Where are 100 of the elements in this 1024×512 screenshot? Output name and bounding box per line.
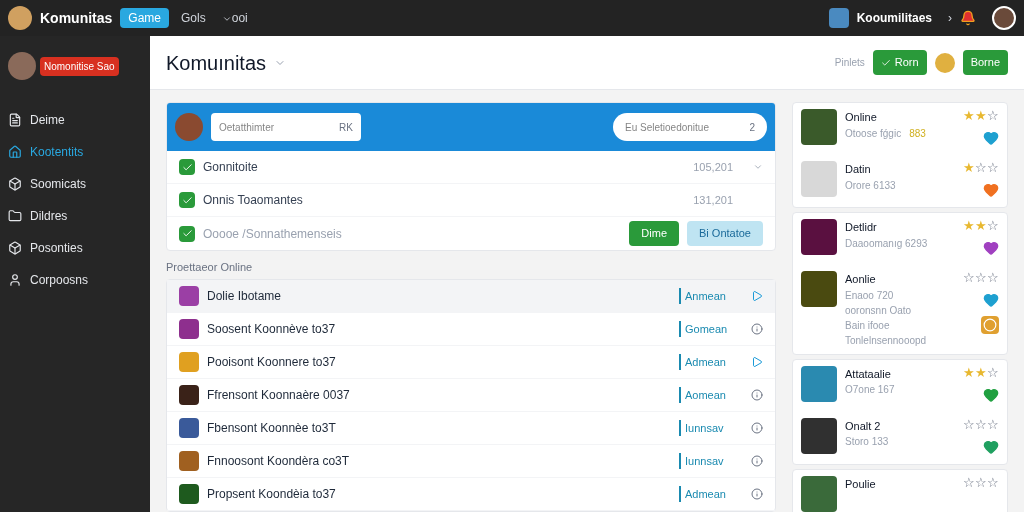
row-title: Soosent Koonnève to37 <box>207 321 336 337</box>
avatar-icon[interactable] <box>992 6 1016 30</box>
heart-icon[interactable] <box>983 292 999 308</box>
play-icon[interactable] <box>751 356 763 368</box>
count-text: 105,201 <box>693 159 733 175</box>
item-icon <box>8 209 22 223</box>
row-link[interactable]: Aomean <box>679 386 735 404</box>
game-thumbnail <box>801 365 837 402</box>
row-link[interactable]: Admean <box>679 485 735 503</box>
sidebar-item[interactable]: Dildres <box>0 200 150 232</box>
row-link[interactable]: Iunnsav <box>679 452 735 470</box>
game-title: Attataalie <box>845 366 892 382</box>
star-icon: ☆ <box>987 219 999 232</box>
game-thumbnail <box>801 161 837 197</box>
avatar-icon <box>934 52 955 73</box>
notification-icon[interactable] <box>960 10 976 26</box>
sidebar-item[interactable]: Soomicats <box>0 168 150 200</box>
list-row[interactable]: Pooisont Koonnere to37 Admean <box>167 346 775 379</box>
caret-icon[interactable] <box>753 162 763 172</box>
info-icon[interactable] <box>751 323 763 335</box>
game-subtitle: ooronsnn Oato <box>845 303 912 318</box>
sidebar-item[interactable]: Corpoosns <box>0 264 150 296</box>
star-icon: ★ <box>975 109 987 122</box>
game-title: Onalt 2 <box>845 418 882 434</box>
heart-icon[interactable] <box>983 130 999 146</box>
row-title: Pooisont Koonnere to37 <box>207 354 336 370</box>
game-subtitle: Daaoomanıg 6293 <box>845 236 928 251</box>
game-subtitle: Tonlelnsennooopd <box>845 333 927 348</box>
row-link[interactable]: Iunnsav <box>679 419 735 437</box>
game-thumbnail <box>801 219 837 255</box>
info-icon[interactable] <box>751 389 763 401</box>
action-button[interactable]: Borne <box>962 50 1008 75</box>
game-subtitle: Orore 6133 <box>845 178 896 193</box>
row-link[interactable]: Admean <box>679 353 735 371</box>
game-thumbnail <box>801 417 837 454</box>
star-icon: ☆ <box>987 417 999 431</box>
item-icon <box>8 177 22 191</box>
row-title: Fnnoosont Koondèra co3T <box>207 453 350 469</box>
section-label: Proettaeor Online <box>166 259 254 275</box>
list-row[interactable]: Soosent Koonnève to37 Gomean <box>167 313 775 346</box>
sidebar-item[interactable]: Deime <box>0 104 150 136</box>
checkbox[interactable] <box>179 192 195 208</box>
action-button[interactable]: Rorn <box>872 50 927 75</box>
nav-tab[interactable]: Gols <box>177 10 210 26</box>
user-name: Kooumilitaes <box>856 10 932 26</box>
list-row[interactable]: Ffrensont Koonnaère 0037 Aomean <box>167 379 775 412</box>
ring-icon[interactable] <box>981 316 999 334</box>
field-suffix: 2 <box>749 121 755 135</box>
star-icon: ☆ <box>963 271 975 284</box>
checkbox[interactable] <box>179 159 195 175</box>
row-link[interactable]: Anmean <box>679 287 735 305</box>
score-text: 883 <box>909 126 926 141</box>
game-subtitle: O7one 167 <box>845 383 895 397</box>
info-icon[interactable] <box>751 488 763 500</box>
heart-icon[interactable] <box>983 182 999 198</box>
action-button[interactable]: Bi Ontatoe <box>687 221 763 246</box>
star-icon: ★ <box>963 219 975 232</box>
list-row[interactable]: Propsent Koondèia to37 Admean <box>167 478 775 511</box>
row-title: Propsent Koondèia to37 <box>207 486 336 502</box>
row-title: Ffrensont Koonnaère 0037 <box>207 387 350 403</box>
star-icon: ★ <box>975 219 987 232</box>
star-icon: ☆ <box>963 417 975 431</box>
item-icon <box>8 113 22 127</box>
star-icon: ☆ <box>987 475 999 489</box>
star-icon: ☆ <box>963 475 975 489</box>
game-thumbnail <box>801 475 837 512</box>
info-icon[interactable] <box>751 422 763 434</box>
play-icon[interactable] <box>751 290 763 302</box>
item-icon <box>8 273 22 287</box>
star-icon: ★ <box>963 161 975 174</box>
avatar-icon <box>175 113 203 141</box>
list-row[interactable]: Fbensont Koonnèe to3T Iunnsav <box>167 412 775 445</box>
row-link[interactable]: Gomean <box>679 320 735 338</box>
heart-icon[interactable] <box>983 438 999 455</box>
check-icon <box>181 161 193 173</box>
sidebar-item[interactable]: Kootentits <box>0 136 150 168</box>
star-icon: ☆ <box>987 365 999 379</box>
star-icon: ☆ <box>975 475 987 489</box>
check-icon <box>880 57 891 68</box>
action-button[interactable]: Dime <box>629 221 679 246</box>
sidebar-item[interactable]: Posonties <box>0 232 150 264</box>
star-icon: ★ <box>975 365 987 379</box>
option-label: Onnis Toaomantes <box>203 192 303 208</box>
game-title: Online <box>845 110 878 125</box>
info-icon[interactable] <box>751 455 763 467</box>
game-thumbnail <box>801 109 837 145</box>
brand-name: Komunitas <box>40 9 113 28</box>
nav-tab[interactable]: ooi <box>217 10 252 26</box>
game-title: Datin <box>845 162 872 177</box>
list-row[interactable]: Dolie Ibotame Anmean <box>167 280 775 313</box>
heart-icon[interactable] <box>983 386 999 403</box>
game-subtitle: Otoose fǵgic <box>845 126 902 141</box>
item-icon <box>8 241 22 255</box>
game-subtitle: Bain ifooe <box>845 318 890 333</box>
heart-icon[interactable] <box>983 240 999 256</box>
list-row[interactable]: Fnnoosont Koondèra co3T Iunnsav <box>167 445 775 478</box>
star-icon: ☆ <box>975 417 987 431</box>
star-icon: ☆ <box>987 271 999 284</box>
chevron-text: › <box>948 10 952 26</box>
option-label: Gonnitoite <box>203 159 258 175</box>
